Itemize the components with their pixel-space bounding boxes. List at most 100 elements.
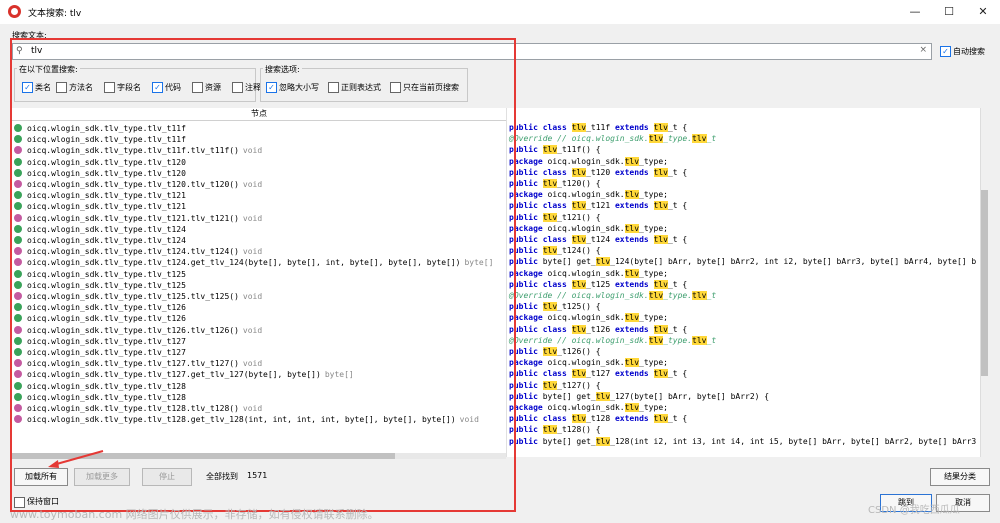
code-line: @Override // oicq.wlogin_sdk.tlv_type.tl… bbox=[509, 290, 716, 301]
vertical-scroll-thumb[interactable] bbox=[981, 190, 988, 376]
code-token: _type; bbox=[639, 156, 668, 166]
code-token: public class bbox=[509, 235, 572, 244]
code-token: byte[] get_ bbox=[542, 391, 596, 401]
code-token: extends bbox=[614, 167, 654, 177]
code-token: extends bbox=[614, 324, 654, 334]
code-token: _t { bbox=[667, 324, 688, 334]
code-token: tlv bbox=[692, 134, 707, 144]
code-line: package oicq.wlogin_sdk.tlv_type; bbox=[509, 268, 668, 279]
code-token: tlv bbox=[653, 123, 668, 132]
code-line: public class tlv_t11f extends tlv_t { bbox=[509, 122, 687, 133]
title-bar bbox=[0, 0, 1000, 24]
code-line: public byte[] get_tlv_124(byte[] bArr, b… bbox=[509, 256, 976, 267]
annotation-arrow-icon bbox=[48, 450, 104, 468]
code-line: public tlv_t126() { bbox=[509, 346, 601, 357]
code-token: extends bbox=[614, 414, 654, 424]
code-token: _t128() { bbox=[557, 425, 601, 435]
code-token: _t bbox=[706, 335, 717, 345]
code-token: _t127 bbox=[586, 369, 615, 379]
code-token: extends bbox=[614, 123, 654, 132]
code-token: @Override // oicq.wlogin_sdk. bbox=[509, 134, 649, 144]
code-token: tlv bbox=[542, 145, 558, 155]
code-token: tlv bbox=[542, 246, 558, 256]
code-token: _t bbox=[706, 134, 717, 144]
code-token: tlv bbox=[571, 123, 587, 132]
code-token: tlv bbox=[595, 257, 611, 267]
code-token: tlv bbox=[624, 313, 640, 323]
auto-search-checkbox[interactable]: ✓ bbox=[940, 46, 951, 57]
code-token: _t120 bbox=[586, 167, 615, 177]
code-token: _t { bbox=[667, 279, 688, 289]
auto-search-label: 自动搜索 bbox=[953, 47, 985, 56]
code-token: tlv bbox=[595, 436, 611, 446]
code-token: _type; bbox=[639, 403, 668, 412]
annotation-red-box bbox=[10, 38, 516, 512]
code-line: public class tlv_t127 extends tlv_t { bbox=[509, 368, 687, 379]
code-token: oicq.wlogin_sdk. bbox=[547, 223, 625, 233]
code-token: tlv bbox=[542, 302, 558, 312]
code-token: _t { bbox=[667, 167, 688, 177]
code-token: _t124() { bbox=[557, 246, 601, 256]
minimize-button[interactable]: — bbox=[898, 0, 932, 24]
code-line: public tlv_t127() { bbox=[509, 380, 601, 391]
code-token: public class bbox=[509, 167, 572, 177]
code-token: tlv bbox=[542, 425, 558, 435]
code-token: tlv bbox=[542, 212, 558, 222]
code-token: _type; bbox=[639, 358, 668, 368]
code-line: package oicq.wlogin_sdk.tlv_type; bbox=[509, 357, 668, 368]
code-token: _t { bbox=[667, 123, 688, 132]
code-token: _t126() { bbox=[557, 347, 601, 356]
code-token: _t124 bbox=[586, 235, 615, 244]
code-token: _124(byte[] bArr, byte[] bArr2, int i2, … bbox=[610, 257, 977, 267]
code-token: _type; bbox=[639, 223, 668, 233]
code-line: public byte[] get_tlv_127(byte[] bArr, b… bbox=[509, 391, 769, 402]
code-token: tlv bbox=[624, 403, 640, 412]
code-token: public class bbox=[509, 324, 572, 334]
code-line: public class tlv_t128 extends tlv_t { bbox=[509, 413, 687, 424]
code-token: oicq.wlogin_sdk. bbox=[547, 358, 625, 368]
code-token: _t127() { bbox=[557, 380, 601, 390]
code-token: tlv bbox=[653, 235, 668, 244]
code-token: tlv bbox=[571, 167, 587, 177]
clear-icon[interactable]: × bbox=[919, 45, 927, 55]
code-token: tlv bbox=[624, 223, 640, 233]
code-token: public class bbox=[509, 201, 572, 211]
code-line: package oicq.wlogin_sdk.tlv_type; bbox=[509, 156, 668, 167]
code-token: _type. bbox=[663, 134, 693, 144]
code-token: _t11f() { bbox=[557, 145, 601, 155]
watermark-right: CSDN @我吃西瓜瓜 bbox=[868, 505, 960, 516]
code-line: public class tlv_t124 extends tlv_t { bbox=[509, 234, 687, 245]
code-token: @Override // oicq.wlogin_sdk. bbox=[509, 291, 649, 300]
code-token: tlv bbox=[571, 201, 587, 211]
code-token: tlv bbox=[653, 201, 668, 211]
app-icon bbox=[8, 5, 21, 18]
code-token: byte[] get_ bbox=[542, 257, 596, 267]
code-token: tlv bbox=[571, 324, 587, 334]
code-token: _t { bbox=[667, 369, 688, 379]
code-token: tlv bbox=[648, 335, 664, 345]
code-line: @Override // oicq.wlogin_sdk.tlv_type.tl… bbox=[509, 133, 716, 144]
code-line: public class tlv_t125 extends tlv_t { bbox=[509, 279, 687, 290]
code-token: oicq.wlogin_sdk. bbox=[547, 156, 625, 166]
code-token: tlv bbox=[542, 179, 558, 188]
code-line: public tlv_t125() { bbox=[509, 301, 601, 312]
code-token: extends bbox=[614, 279, 654, 289]
code-token: public class bbox=[509, 414, 572, 424]
code-token: _t { bbox=[667, 414, 688, 424]
code-token: _t bbox=[706, 291, 717, 300]
code-token: tlv bbox=[624, 190, 640, 200]
close-button[interactable]: ✕ bbox=[966, 0, 1000, 24]
code-token: tlv bbox=[624, 156, 640, 166]
group-results-button[interactable]: 结果分类 bbox=[930, 468, 990, 486]
code-token: tlv bbox=[624, 358, 640, 368]
code-token: @Override // oicq.wlogin_sdk. bbox=[509, 335, 649, 345]
code-token: tlv bbox=[653, 414, 668, 424]
maximize-button[interactable]: ☐ bbox=[932, 0, 966, 24]
code-preview: public class tlv_t11f extends tlv_t {@Ov… bbox=[506, 108, 990, 457]
code-token: extends bbox=[614, 201, 654, 211]
code-line: @Override // oicq.wlogin_sdk.tlv_type.tl… bbox=[509, 335, 716, 346]
code-token: tlv bbox=[653, 167, 668, 177]
code-token: _t120() { bbox=[557, 179, 601, 188]
code-line: public class tlv_t121 extends tlv_t { bbox=[509, 200, 687, 211]
code-token: oicq.wlogin_sdk. bbox=[547, 313, 625, 323]
